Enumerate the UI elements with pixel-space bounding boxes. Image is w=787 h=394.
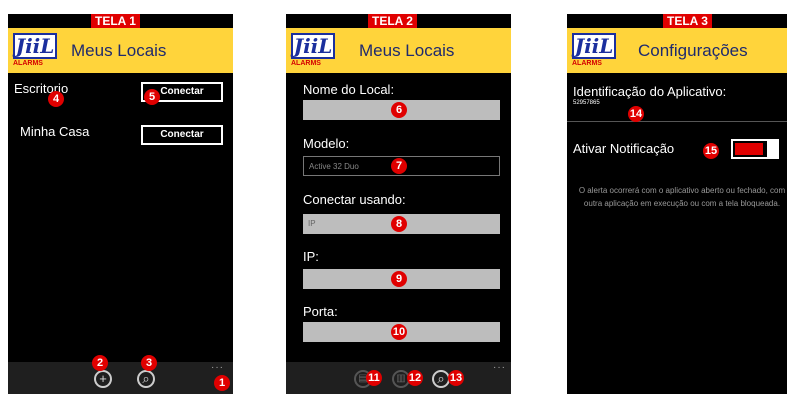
logo-letters: JiiL (291, 33, 335, 59)
notification-toggle[interactable] (731, 139, 779, 159)
screen-1-header: JiiL ALARMS Meus Locais (8, 28, 233, 73)
app-id-label: Identificação do Aplicativo: (573, 84, 727, 99)
notification-note: O alerta ocorrerá com o aplicativo abert… (578, 186, 786, 208)
ip-label: IP: (303, 249, 319, 264)
page-title: Meus Locais (71, 41, 167, 60)
marker-13: 13 (448, 370, 464, 386)
marker-9: 9 (391, 271, 407, 287)
screen-3-header: JiiL ALARMS Configurações (567, 28, 787, 73)
port-label: Porta: (303, 304, 338, 319)
screen-1-tag: TELA 1 (91, 14, 140, 28)
connect-button[interactable]: Conectar (141, 125, 223, 145)
app-bar: ▤ ▥ ⌕ ··· (286, 362, 511, 394)
marker-14: 14 (628, 106, 644, 122)
marker-6: 6 (391, 102, 407, 118)
marker-3: 3 (141, 355, 157, 371)
connect-using-label: Conectar usando: (303, 192, 406, 207)
marker-15: 15 (703, 143, 719, 159)
app-logo: JiiL ALARMS (572, 33, 616, 68)
screen-3-tag: TELA 3 (663, 14, 712, 28)
logo-brand: ALARMS (13, 60, 57, 68)
screen-1: TELA 1 JiiL ALARMS Meus Locais Escritori… (8, 14, 233, 394)
marker-2: 2 (92, 355, 108, 371)
toggle-knob (767, 139, 777, 159)
more-menu-icon[interactable]: ··· (211, 362, 224, 373)
app-logo: JiiL ALARMS (13, 33, 57, 68)
logo-brand: ALARMS (291, 60, 335, 68)
app-id-value: 52957865 (573, 100, 600, 106)
marker-7: 7 (391, 158, 407, 174)
screen-2-header: JiiL ALARMS Meus Locais (286, 28, 511, 73)
marker-5: 5 (144, 89, 160, 105)
app-logo: JiiL ALARMS (291, 33, 335, 68)
app-bar: + ⌕ ··· (8, 362, 233, 394)
marker-10: 10 (391, 324, 407, 340)
location-name: Minha Casa (20, 124, 90, 139)
marker-4: 4 (48, 91, 64, 107)
model-label: Modelo: (303, 136, 350, 151)
marker-8: 8 (391, 216, 407, 232)
screen-3: TELA 3 JiiL ALARMS Configurações Identif… (567, 14, 787, 394)
marker-1: 1 (214, 375, 230, 391)
divider (567, 121, 787, 122)
marker-12: 12 (407, 370, 423, 386)
screen-2-tag: TELA 2 (368, 14, 417, 28)
location-name-label: Nome do Local: (303, 82, 395, 97)
notification-label: Ativar Notificação (573, 141, 675, 156)
toggle-fill (735, 143, 763, 155)
more-menu-icon[interactable]: ··· (493, 362, 506, 373)
page-title: Meus Locais (359, 41, 455, 60)
logo-brand: ALARMS (572, 60, 616, 68)
page-title: Configurações (638, 41, 748, 60)
logo-letters: JiiL (13, 33, 57, 59)
screen-2: TELA 2 JiiL ALARMS Meus Locais Nome do L… (286, 14, 511, 394)
marker-11: 11 (366, 370, 382, 386)
add-icon[interactable]: + (94, 370, 112, 388)
logo-letters: JiiL (572, 33, 616, 59)
search-icon[interactable]: ⌕ (137, 370, 155, 388)
